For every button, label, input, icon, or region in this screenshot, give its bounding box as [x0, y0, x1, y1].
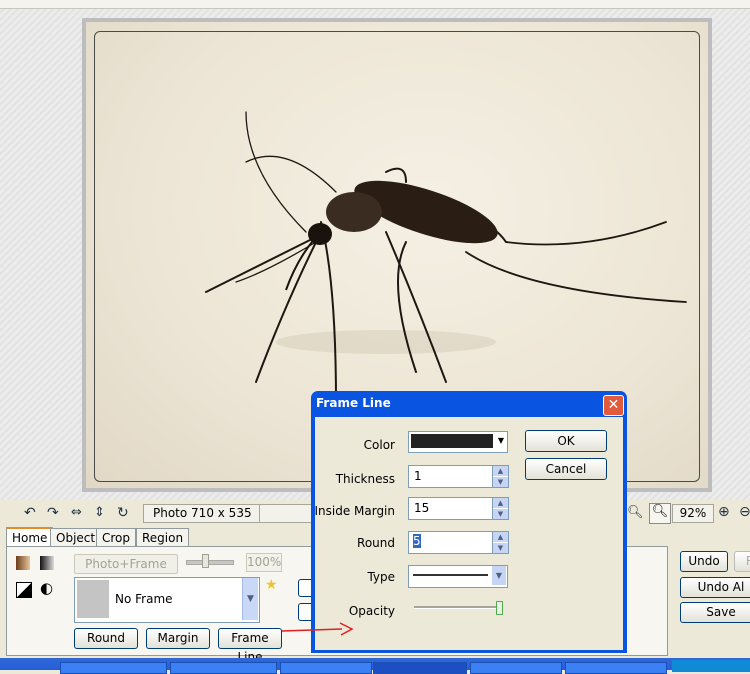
taskbar-item[interactable]	[470, 662, 562, 674]
refresh-icon[interactable]: ↻	[117, 505, 133, 521]
save-button[interactable]: Save	[680, 602, 750, 623]
color-label: Color	[363, 438, 395, 452]
thickness-field[interactable]: 1 ▲ ▼	[408, 465, 509, 488]
hidden-button[interactable]	[298, 579, 311, 597]
annotation-arrow	[281, 622, 354, 636]
type-label: Type	[367, 570, 395, 584]
undo-all-button[interactable]: Undo Al	[680, 577, 750, 598]
tab-object[interactable]: Object	[50, 528, 102, 547]
gradient-gray-icon[interactable]	[40, 556, 54, 570]
zoom-in-icon[interactable]: ⊕	[718, 504, 730, 520]
photo-size-readout: Photo 710 x 535	[143, 504, 266, 523]
round-value: 5	[413, 534, 421, 548]
frame-size-slider[interactable]	[186, 560, 234, 565]
frame-thumbnail	[77, 580, 109, 618]
effect-icon[interactable]: ◐	[40, 581, 54, 596]
tab-crop[interactable]: Crop	[96, 528, 137, 547]
ok-button[interactable]: OK	[525, 430, 607, 452]
zoom-fit-icon[interactable]: 🔍︎	[649, 503, 671, 524]
inside-margin-label: Inside Margin	[314, 504, 395, 518]
inside-margin-spinner[interactable]: ▲ ▼	[492, 498, 508, 519]
color-swatch	[411, 434, 493, 448]
star-icon[interactable]: ★	[265, 577, 278, 593]
taskbar-item[interactable]	[170, 662, 277, 674]
flip-horizontal-icon[interactable]: ⇔	[71, 505, 87, 521]
frame-size-slider-thumb[interactable]	[202, 554, 209, 568]
opacity-slider[interactable]	[414, 606, 500, 609]
rotate-left-icon[interactable]: ↶	[24, 505, 40, 521]
frame-select-value: No Frame	[115, 592, 173, 606]
top-strip	[0, 0, 750, 9]
round-field[interactable]: ▲ ▼	[408, 531, 509, 554]
rotate-right-icon[interactable]: ↷	[47, 505, 63, 521]
tab-region[interactable]: Region	[136, 528, 190, 547]
taskbar-item[interactable]	[280, 662, 372, 674]
round-spinner[interactable]: ▲ ▼	[492, 532, 508, 553]
chevron-down-icon[interactable]: ▼	[496, 432, 506, 450]
redo-button[interactable]: R	[734, 551, 750, 572]
cancel-button[interactable]: Cancel	[525, 458, 607, 480]
chevron-down-icon[interactable]: ▼	[242, 578, 258, 620]
photo-frame-button[interactable]: Photo+Frame	[74, 554, 178, 574]
close-icon[interactable]: ✕	[603, 395, 624, 416]
undo-icon[interactable]	[24, 3, 42, 21]
taskbar-item[interactable]	[60, 662, 167, 674]
system-tray	[672, 660, 750, 672]
thickness-label: Thickness	[335, 472, 395, 486]
undo-button[interactable]: Undo	[680, 551, 728, 572]
margin-button[interactable]: Margin	[146, 628, 210, 649]
taskbar-item-active[interactable]	[373, 662, 467, 674]
flip-vertical-icon[interactable]: ⇕	[94, 505, 110, 521]
thickness-value: 1	[414, 469, 422, 483]
taskbar-item[interactable]	[565, 662, 667, 674]
frame-line-button[interactable]: Frame Line	[218, 628, 282, 664]
zoom-out-icon[interactable]: ⊖	[739, 504, 750, 520]
percent-field[interactable]: 100%	[246, 553, 282, 572]
inside-margin-field[interactable]: 15 ▲ ▼	[408, 497, 509, 520]
dialog-title: Frame Line	[316, 396, 391, 410]
line-type-preview	[413, 574, 488, 576]
round-label: Round	[357, 536, 395, 550]
round-button[interactable]: Round	[74, 628, 138, 649]
invert-icon[interactable]	[16, 582, 32, 598]
inside-margin-value: 15	[414, 501, 430, 515]
thickness-spinner[interactable]: ▲ ▼	[492, 466, 508, 487]
hidden-button[interactable]	[298, 603, 311, 621]
zoom-icon[interactable]: 🔍︎	[627, 505, 644, 520]
chevron-down-icon[interactable]: ▼	[492, 566, 506, 585]
opacity-slider-thumb[interactable]	[496, 601, 503, 615]
opacity-label: Opacity	[348, 604, 395, 618]
gradient-brown-icon[interactable]	[16, 556, 30, 570]
zoom-readout: 92%	[672, 504, 714, 523]
